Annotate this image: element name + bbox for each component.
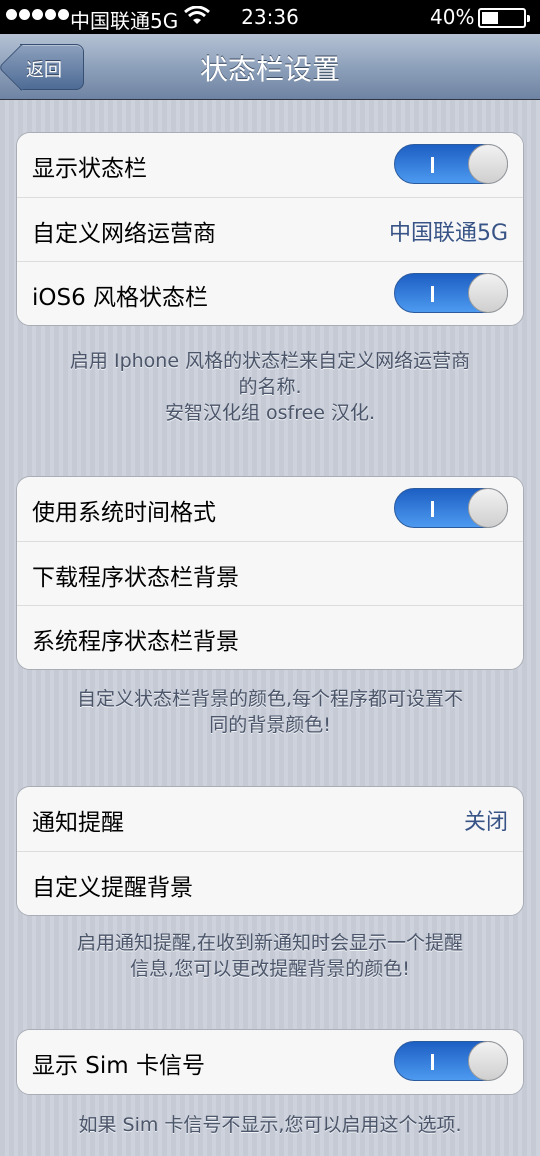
- row-label: 自定义网络运营商: [32, 221, 216, 247]
- note-line: 安智汉化组 osfree 汉化.: [164, 402, 376, 424]
- note-line: 自定义状态栏背景的颜色,每个程序都可设置不: [76, 688, 464, 710]
- status-bar-settings-group: 显示状态栏 自定义网络运营商 中国联通5G iOS6 风格状态栏: [16, 132, 524, 326]
- group3-footer-note: 启用通知提醒,在收到新通知时会显示一个提醒 信息,您可以更改提醒背景的颜色!: [20, 930, 520, 982]
- note-line: 启用通知提醒,在收到新通知时会显示一个提醒: [76, 932, 464, 954]
- custom-alert-bg-row[interactable]: 自定义提醒背景: [17, 851, 523, 915]
- row-label: 通知提醒: [32, 810, 124, 836]
- note-line: 如果 Sim 卡信号不显示,您可以启用这个选项.: [78, 1114, 462, 1136]
- note-line: 同的背景颜色!: [209, 714, 331, 736]
- ios6-style-toggle[interactable]: [394, 273, 508, 313]
- show-status-bar-toggle[interactable]: [394, 144, 508, 184]
- system-status-bar: 中国联通5G 23:36 40%: [0, 0, 540, 34]
- group4-footer-note: 如果 Sim 卡信号不显示,您可以启用这个选项.: [20, 1112, 520, 1138]
- group2-footer-note: 自定义状态栏背景的颜色,每个程序都可设置不 同的背景颜色!: [20, 686, 520, 738]
- row-value: 中国联通5G: [388, 221, 508, 246]
- ios6-style-row[interactable]: iOS6 风格状态栏: [17, 261, 523, 325]
- notification-group: 通知提醒 关闭 自定义提醒背景: [16, 786, 524, 916]
- custom-carrier-row[interactable]: 自定义网络运营商 中国联通5G: [17, 197, 523, 261]
- time-background-group: 使用系统时间格式 下载程序状态栏背景 系统程序状态栏背景: [16, 476, 524, 670]
- notification-alert-row[interactable]: 通知提醒 关闭: [17, 787, 523, 851]
- note-line: 信息,您可以更改提醒背景的颜色!: [130, 958, 410, 980]
- system-time-format-toggle[interactable]: [394, 488, 508, 528]
- download-app-bg-row[interactable]: 下载程序状态栏背景: [17, 541, 523, 605]
- sim-signal-group: 显示 Sim 卡信号: [16, 1029, 524, 1095]
- row-label: 自定义提醒背景: [32, 875, 193, 901]
- row-label: 下载程序状态栏背景: [32, 565, 239, 591]
- back-button-label: 返回: [26, 60, 62, 81]
- note-line: 启用 Iphone 风格的状态栏来自定义网络运营商: [69, 350, 471, 372]
- system-time-format-row[interactable]: 使用系统时间格式: [17, 477, 523, 541]
- page-title: 状态栏设置: [199, 53, 340, 86]
- row-label: 使用系统时间格式: [32, 500, 216, 526]
- note-line: 的名称.: [238, 376, 302, 398]
- battery-percent: 40%: [430, 5, 475, 29]
- battery-icon: [478, 8, 530, 28]
- navigation-bar: 返回 状态栏设置: [0, 34, 540, 100]
- row-value: 关闭: [463, 810, 508, 835]
- system-app-bg-row[interactable]: 系统程序状态栏背景: [17, 605, 523, 669]
- show-sim-signal-row[interactable]: 显示 Sim 卡信号: [17, 1030, 523, 1094]
- row-label: 显示状态栏: [32, 156, 147, 182]
- row-label: iOS6 风格状态栏: [32, 285, 209, 311]
- row-label: 显示 Sim 卡信号: [32, 1053, 206, 1079]
- show-sim-signal-toggle[interactable]: [394, 1041, 508, 1081]
- show-status-bar-row[interactable]: 显示状态栏: [17, 133, 523, 197]
- group1-footer-note: 启用 Iphone 风格的状态栏来自定义网络运营商 的名称. 安智汉化组 osf…: [20, 348, 520, 426]
- row-label: 系统程序状态栏背景: [32, 629, 239, 655]
